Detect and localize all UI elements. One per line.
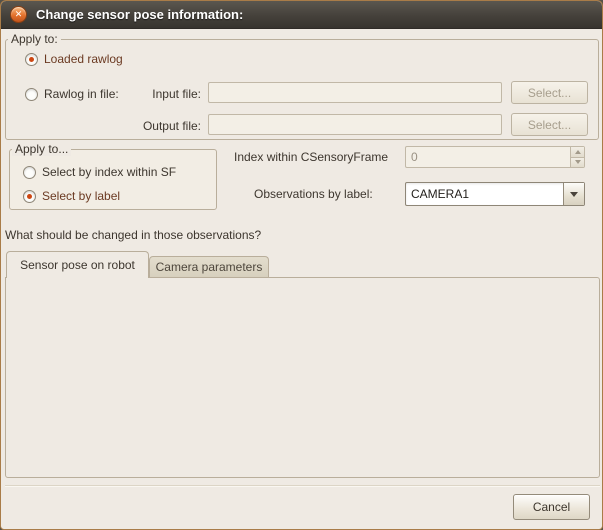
radio-select-by-label-label[interactable]: Select by label bbox=[42, 189, 120, 203]
input-file-field[interactable] bbox=[208, 82, 502, 103]
tab-sensor-pose[interactable]: Sensor pose on robot bbox=[6, 251, 149, 278]
select-output-file-label: Select... bbox=[528, 118, 571, 132]
output-file-label: Output file: bbox=[129, 119, 201, 133]
dropdown-arrow-icon[interactable] bbox=[563, 183, 584, 205]
radio-rawlog-in-file[interactable] bbox=[25, 88, 38, 101]
spin-down-icon[interactable] bbox=[571, 158, 584, 168]
index-within-frame-label: Index within CSensoryFrame bbox=[234, 150, 388, 164]
select-input-file-button[interactable]: Select... bbox=[511, 81, 588, 104]
index-spinner-value: 0 bbox=[406, 147, 570, 167]
dialog-window: ✕ Change sensor pose information: Apply … bbox=[0, 0, 603, 530]
observations-by-label-label: Observations by label: bbox=[254, 187, 373, 201]
select-output-file-button[interactable]: Select... bbox=[511, 113, 588, 136]
footer-divider bbox=[5, 485, 600, 487]
title-bar[interactable]: ✕ Change sensor pose information: bbox=[1, 1, 602, 29]
apply-to-legend: Apply to: bbox=[8, 32, 61, 46]
radio-select-by-index-label[interactable]: Select by index within SF bbox=[42, 165, 176, 179]
input-file-label: Input file: bbox=[133, 87, 201, 101]
selection-legend: Apply to... bbox=[12, 142, 71, 156]
tab-panel bbox=[5, 277, 600, 478]
observations-combo-value: CAMERA1 bbox=[406, 183, 563, 205]
output-file-field[interactable] bbox=[208, 114, 502, 135]
close-button[interactable]: ✕ bbox=[10, 6, 27, 23]
tab-sensor-pose-label: Sensor pose on robot bbox=[20, 258, 135, 272]
cancel-button-label: Cancel bbox=[533, 500, 570, 514]
observations-combo[interactable]: CAMERA1 bbox=[405, 182, 585, 206]
radio-select-by-label[interactable] bbox=[23, 190, 36, 203]
radio-loaded-rawlog[interactable] bbox=[25, 53, 38, 66]
cancel-button[interactable]: Cancel bbox=[513, 494, 590, 520]
spinner-buttons bbox=[570, 147, 584, 167]
radio-rawlog-in-file-label[interactable]: Rawlog in file: bbox=[44, 87, 119, 101]
index-spinner[interactable]: 0 bbox=[405, 146, 585, 168]
question-label: What should be changed in those observat… bbox=[5, 228, 261, 242]
spin-up-icon[interactable] bbox=[571, 147, 584, 158]
tab-camera-parameters[interactable]: Camera parameters bbox=[149, 256, 269, 277]
tab-camera-parameters-label: Camera parameters bbox=[156, 260, 263, 274]
close-icon: ✕ bbox=[15, 9, 23, 20]
radio-select-by-index[interactable] bbox=[23, 166, 36, 179]
radio-loaded-rawlog-label[interactable]: Loaded rawlog bbox=[44, 52, 123, 66]
select-input-file-label: Select... bbox=[528, 86, 571, 100]
window-title: Change sensor pose information: bbox=[36, 1, 243, 29]
